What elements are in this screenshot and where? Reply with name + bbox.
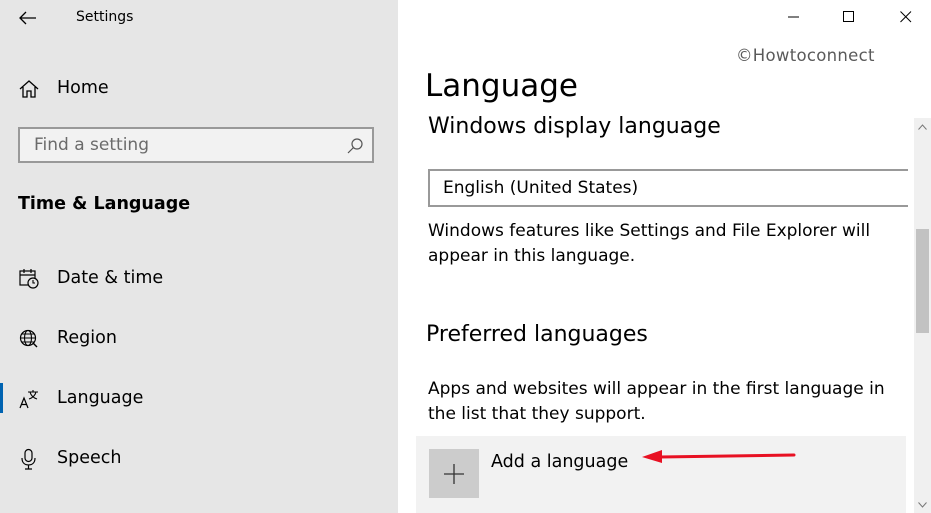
sidebar-item-label: Language (57, 388, 144, 408)
close-button[interactable] (883, 0, 929, 34)
display-language-dropdown[interactable]: English (United States) (428, 169, 908, 207)
dropdown-value: English (United States) (443, 178, 639, 198)
sidebar-item-date-time[interactable]: Date & time (0, 258, 398, 298)
section-heading: Time & Language (18, 194, 191, 214)
microphone-icon (21, 448, 36, 470)
sidebar: Settings Home Time & Language Date & tim… (0, 0, 398, 513)
scroll-up-button[interactable] (914, 118, 931, 135)
scroll-thumb[interactable] (916, 229, 929, 333)
display-language-description: Windows features like Settings and File … (428, 221, 871, 266)
scrollbar[interactable] (914, 118, 931, 513)
display-language-heading: Windows display language (428, 114, 721, 139)
chevron-up-icon (918, 123, 927, 130)
calendar-clock-icon (19, 269, 39, 289)
sidebar-item-region[interactable]: Region (0, 318, 398, 358)
back-arrow-icon (19, 11, 36, 25)
minimize-icon (788, 16, 799, 18)
page-title: Language (425, 68, 578, 104)
minimize-button[interactable] (771, 0, 817, 34)
sidebar-item-label: Date & time (57, 268, 164, 288)
sidebar-item-speech[interactable]: Speech (0, 438, 398, 478)
sidebar-item-language[interactable]: Language (0, 378, 398, 418)
back-button[interactable] (14, 5, 42, 31)
globe-icon (19, 329, 38, 348)
home-icon (19, 80, 39, 98)
scroll-down-button[interactable] (914, 496, 931, 513)
app-title: Settings (76, 9, 134, 25)
chevron-down-icon (918, 501, 927, 508)
preferred-languages-description: Apps and websites will appear in the fir… (428, 379, 885, 424)
search-box[interactable] (18, 127, 374, 163)
sidebar-item-home[interactable]: Home (0, 68, 398, 108)
sidebar-item-label: Home (57, 78, 109, 98)
watermark: ©Howtoconnect (736, 46, 875, 65)
sidebar-item-label: Speech (57, 448, 122, 468)
plus-icon (444, 463, 464, 484)
maximize-icon (843, 11, 854, 22)
add-language-label: Add a language (491, 452, 629, 472)
close-icon (900, 11, 912, 23)
preferred-languages-heading: Preferred languages (426, 322, 648, 347)
search-icon[interactable] (346, 137, 364, 155)
maximize-button[interactable] (826, 0, 872, 34)
annotation-arrow (642, 450, 796, 463)
language-icon (19, 390, 38, 409)
sidebar-item-label: Region (57, 328, 117, 348)
search-input[interactable] (34, 134, 334, 156)
plus-tile[interactable] (429, 449, 479, 498)
